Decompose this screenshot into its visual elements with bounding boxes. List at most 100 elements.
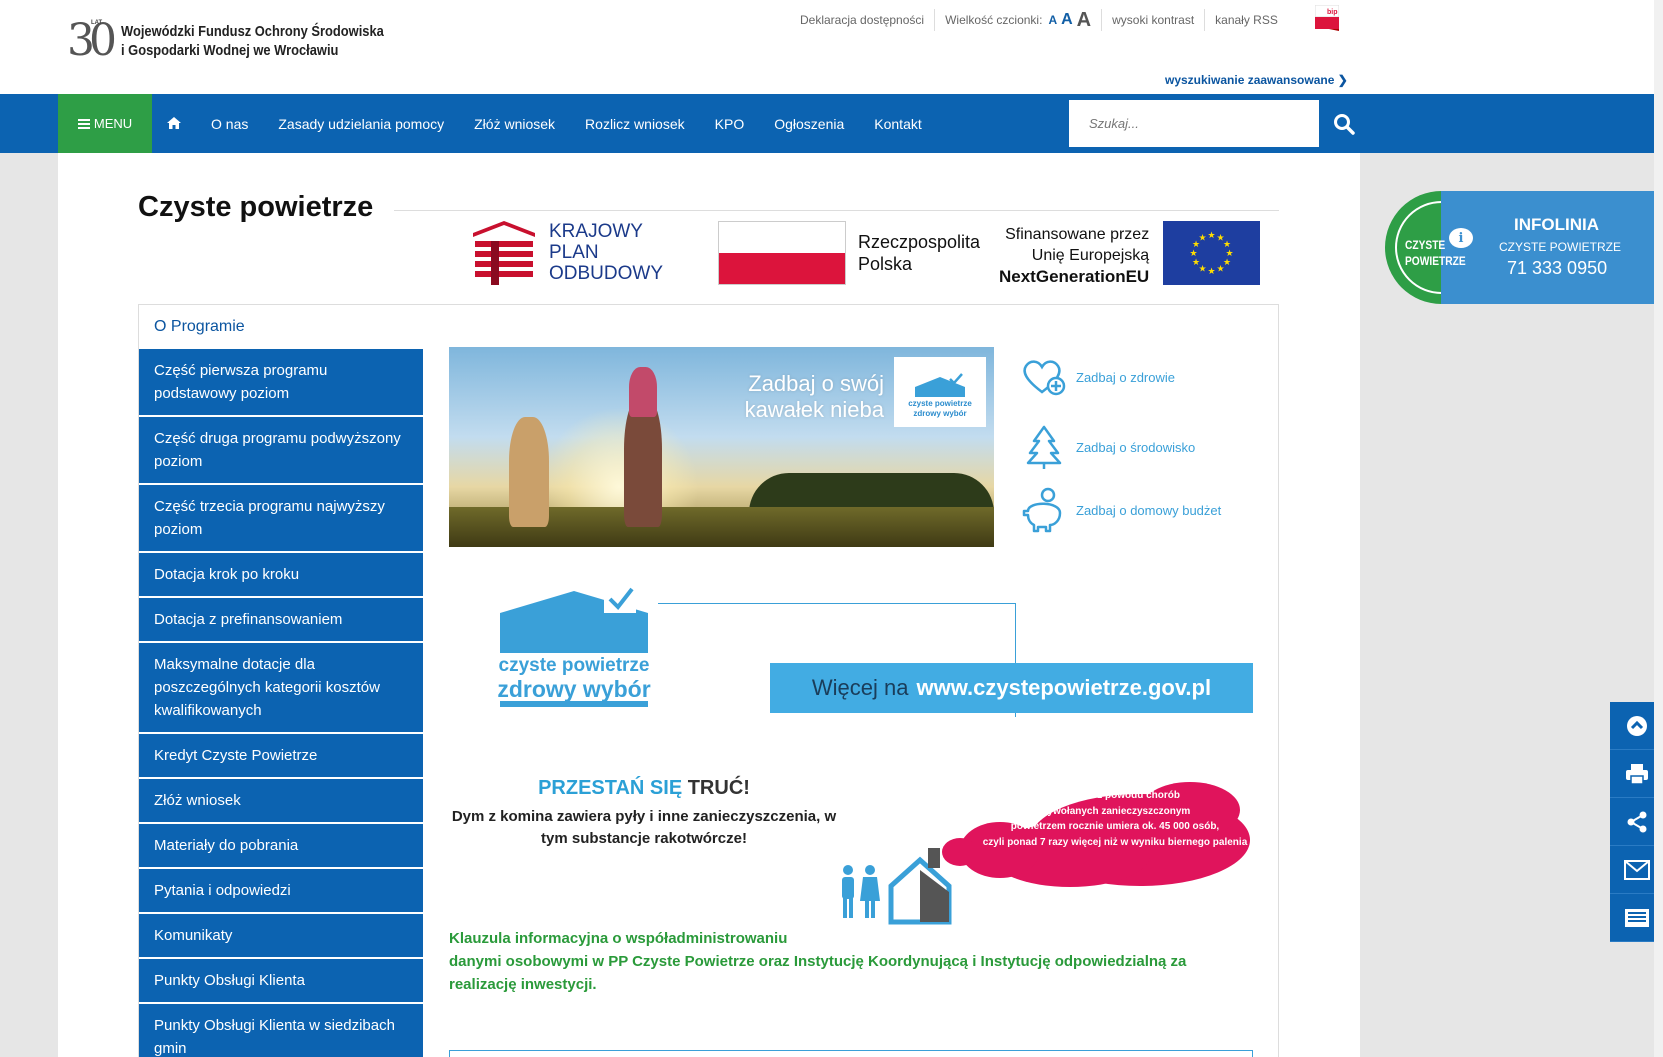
chevron-right-icon: ❯	[1337, 73, 1348, 87]
care-link-budget[interactable]: Zadbaj o domowy budżet	[1022, 487, 1262, 533]
logo-lat: LAT	[91, 20, 103, 26]
side-menu-item[interactable]: Złóż wniosek	[139, 779, 423, 824]
side-menu-item[interactable]: Kredyt Czyste Powietrze	[139, 734, 423, 779]
hero-caption-line-1: Zadbaj o swój	[748, 371, 884, 396]
rp-text: Rzeczpospolita Polska	[858, 221, 980, 285]
utility-bar: Deklaracja dostępności Wielkość czcionki…	[790, 9, 1663, 31]
kpo-logo: KRAJOWY PLAN ODBUDOWY	[473, 221, 683, 285]
care-link-environment[interactable]: Zadbaj o środowisko	[1022, 425, 1262, 469]
cp-logo-line-1: czyste powietrze	[498, 655, 650, 676]
nav-item-ogloszenia[interactable]: Ogłoszenia	[759, 116, 859, 132]
scrollbar[interactable]	[1654, 0, 1663, 1057]
piggy-bank-icon	[1022, 487, 1062, 533]
kpo-line-2: PLAN	[549, 242, 599, 263]
hero-badge-line-2: zdrowy wybór	[913, 409, 967, 418]
side-menu-item[interactable]: Dotacja z prefinansowaniem	[139, 598, 423, 643]
nav-item-rozlicz-wniosek[interactable]: Rozlicz wniosek	[570, 116, 700, 132]
search-button[interactable]	[1320, 100, 1368, 147]
care-link-budget-label: Zadbaj o domowy budżet	[1076, 502, 1222, 518]
font-size-large-button[interactable]: A	[1077, 9, 1091, 32]
data-clause-link[interactable]: Klauzula informacyjna o współadministrow…	[449, 927, 1239, 996]
title-divider	[394, 210, 1279, 211]
logo-line-1: Wojewódzki Fundusz Ochrony Środowiska	[121, 23, 384, 40]
kpo-line-1: KRAJOWY	[549, 221, 643, 242]
newspaper-icon	[1624, 908, 1649, 927]
funding-logos: KRAJOWY PLAN ODBUDOWY Rzeczpospolita Pol…	[473, 217, 1279, 287]
side-menu-item[interactable]: Komunikaty	[139, 914, 423, 959]
hero-banner[interactable]: Zadbaj o swój kawałek nieba czyste powie…	[449, 347, 994, 547]
heart-plus-icon	[1023, 360, 1066, 396]
eu-line-2: Unię Europejską	[1031, 247, 1150, 264]
nav-item-kontakt[interactable]: Kontakt	[859, 116, 936, 132]
kpo-building-icon	[473, 221, 535, 285]
hero-caption: Zadbaj o swój kawałek nieba	[745, 371, 884, 423]
stop-poisoning-text: Dym z komina zawiera pyły i inne zaniecz…	[451, 808, 837, 847]
side-menu-item[interactable]: Część trzecia programu najwyższy poziom	[139, 485, 423, 553]
kpo-text: KRAJOWY PLAN ODBUDOWY	[549, 221, 663, 284]
hamburger-icon	[77, 117, 90, 131]
data-clause-line-2: danymi osobowymi w PP Czyste Powietrze o…	[449, 953, 1187, 993]
logo-text: Wojewódzki Fundusz Ochrony Środowiska i …	[121, 22, 384, 60]
top-header: 30 LAT Wojewódzki Fundusz Ochrony Środow…	[0, 0, 1663, 94]
side-menu-item[interactable]: Maksymalne dotacje dla poszczególnych ka…	[139, 643, 423, 734]
cp-logo-line-2: zdrowy wybór	[497, 676, 651, 702]
infoline-panel: INFOLINIA CZYSTE POWIETRZE 71 333 0950	[1441, 191, 1663, 304]
smoke-cloud: W Polsce z powodu chorób wywołanych zani…	[940, 780, 1252, 890]
accessibility-link[interactable]: Deklaracja dostępności	[790, 9, 936, 31]
side-menu-item[interactable]: Dotacja krok po kroku	[139, 553, 423, 598]
font-size-control: Wielkość czcionki: A A A	[935, 9, 1103, 32]
infoline-widget[interactable]: INFOLINIA CZYSTE POWIETRZE 71 333 0950 C…	[1385, 191, 1663, 304]
side-menu-item[interactable]: Punkty Obsługi Klienta w siedzibach gmin	[139, 1004, 423, 1057]
menu-button[interactable]: MENU	[58, 94, 152, 153]
rss-link[interactable]: kanały RSS	[1205, 9, 1288, 31]
side-menu-item[interactable]: Materiały do pobrania	[139, 824, 423, 869]
nav-item-zasady[interactable]: Zasady udzielania pomocy	[263, 116, 459, 132]
nav-item-o-nas[interactable]: O nas	[196, 116, 263, 132]
bip-icon[interactable]: bip	[1314, 4, 1340, 31]
font-size-medium-button[interactable]: A	[1061, 11, 1073, 29]
eu-line-1: Sfinansowane przez	[1005, 226, 1150, 243]
home-icon	[167, 116, 181, 129]
stop-poisoning-section: PRZESTAŃ SIĘ TRUĆ! Dym z komina zawiera …	[449, 777, 839, 850]
cloud-text: W Polsce z powodu chorób wywołanych zani…	[980, 788, 1250, 850]
eu-logo: Sfinansowane przez Unię Europejską NextG…	[999, 221, 1261, 286]
search-input[interactable]	[1089, 116, 1299, 131]
house-check-icon	[915, 373, 965, 397]
stop-poisoning-heading-2: TRUĆ!	[687, 777, 750, 799]
more-info-url: www.czystepowietrze.gov.pl	[916, 675, 1212, 700]
cloud-line-2: wywołanych zanieczyszczonym	[1039, 805, 1191, 817]
side-menu-item[interactable]: Pytania i odpowiedzi	[139, 869, 423, 914]
rp-line-1: Rzeczpospolita	[858, 232, 981, 252]
side-menu-head[interactable]: O Programie	[139, 305, 423, 349]
site-logo[interactable]: 30 LAT Wojewódzki Fundusz Ochrony Środow…	[67, 14, 427, 68]
advanced-search-link[interactable]: wyszukiwanie zaawansowane ❯	[1165, 73, 1348, 87]
family-house-icon	[836, 846, 966, 926]
rp-line-2: Polska	[858, 254, 913, 274]
more-info-link[interactable]: Więcej na www.czystepowietrze.gov.pl	[770, 663, 1253, 713]
print-icon	[1625, 763, 1648, 785]
data-clause-line-1: Klauzula informacyjna o współadministrow…	[449, 930, 788, 947]
nav-item-kpo[interactable]: KPO	[700, 116, 760, 132]
side-menu-item[interactable]: Część druga programu podwyższony poziom	[139, 417, 423, 485]
high-contrast-link[interactable]: wysoki kontrast	[1102, 9, 1206, 31]
envelope-icon	[1623, 859, 1650, 880]
main-nav: MENU O nas Zasady udzielania pomocy Złóż…	[0, 94, 1663, 153]
cloud-line-1: W Polsce z powodu chorób	[1050, 790, 1180, 801]
nav-item-zloz-wniosek[interactable]: Złóż wniosek	[459, 116, 570, 132]
info-icon: i	[1449, 228, 1473, 248]
nav-home[interactable]	[152, 116, 196, 132]
infoline-phone: 71 333 0950	[1507, 258, 1608, 278]
infoline-title: INFOLINIA	[1514, 215, 1599, 234]
svg-text:★: ★	[1208, 267, 1216, 277]
advanced-search-label: wyszukiwanie zaawansowane	[1165, 73, 1335, 87]
svg-text:★: ★	[1192, 258, 1200, 268]
font-size-small-button[interactable]: A	[1048, 13, 1057, 27]
care-link-health[interactable]: Zadbaj o zdrowie	[1022, 358, 1262, 396]
infoline-subtitle: CZYSTE POWIETRZE	[1499, 240, 1622, 254]
bip-label: bip	[1327, 9, 1338, 16]
care-link-environment-label: Zadbaj o środowisko	[1076, 439, 1196, 455]
side-menu-item[interactable]: Punkty Obsługi Klienta	[139, 959, 423, 1004]
side-menu-item[interactable]: Część pierwsza programu podstawowy pozio…	[139, 349, 423, 417]
kpo-line-3: ODBUDOWY	[549, 263, 663, 284]
care-link-health-label: Zadbaj o zdrowie	[1076, 369, 1175, 385]
